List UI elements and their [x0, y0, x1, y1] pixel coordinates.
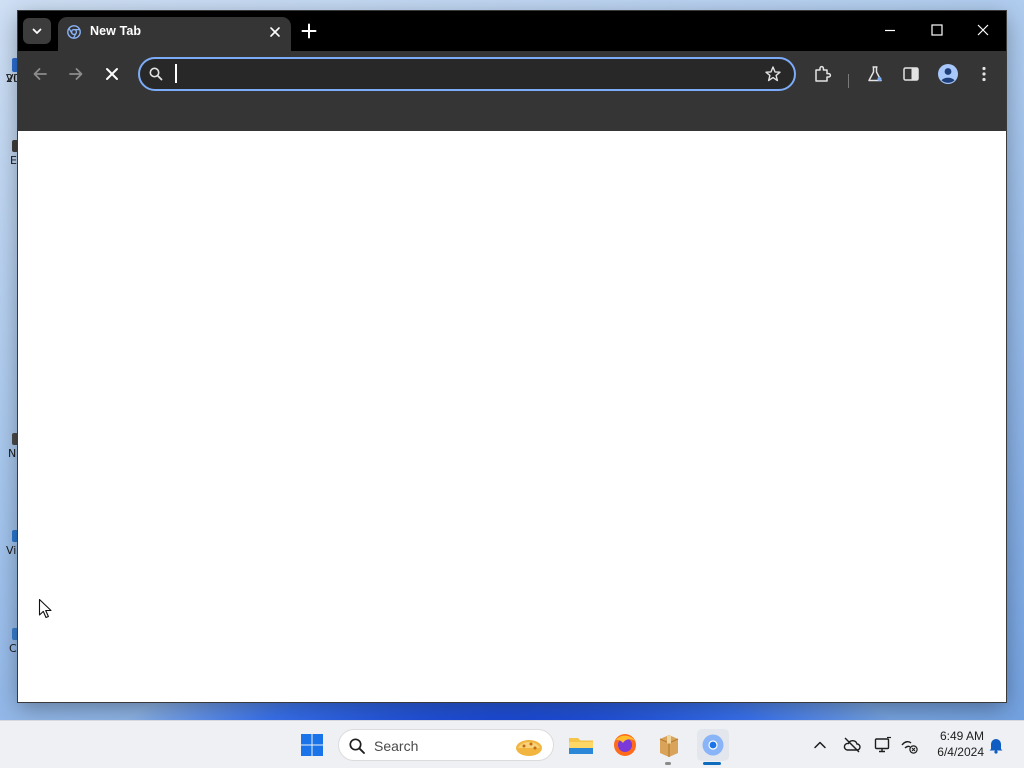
clock-time: 6:49 AM: [939, 729, 984, 743]
onedrive-offline-icon[interactable]: [842, 735, 862, 755]
forward-arrow-icon[interactable]: [66, 64, 86, 84]
desktop-icon-stub[interactable]: C: [0, 628, 18, 655]
chrome-favicon-icon: [67, 25, 81, 39]
desktop-icon-stub[interactable]: N: [0, 433, 18, 460]
network-status-icon[interactable]: [899, 735, 919, 755]
chrome-taskbar-button[interactable]: [697, 729, 729, 761]
close-window-icon[interactable]: [975, 22, 991, 38]
more-vertical-icon[interactable]: [974, 64, 994, 84]
mouse-cursor-icon: [38, 598, 52, 619]
desktop-icon-label: C: [9, 642, 17, 655]
file-explorer-icon[interactable]: [567, 731, 595, 759]
minimize-icon[interactable]: [882, 22, 898, 38]
notification-bell-icon[interactable]: [987, 736, 1005, 754]
desktop-icon-stub[interactable]: 20: [0, 70, 20, 96]
windows-start-icon[interactable]: [300, 733, 324, 757]
taskbar-search-label: Search: [374, 738, 419, 754]
toolbar-divider: [848, 74, 849, 88]
star-icon[interactable]: [764, 65, 782, 83]
search-icon: [349, 738, 365, 754]
desktop-icon-label: Vi: [6, 544, 17, 557]
tab-search-icon: [32, 28, 42, 34]
stop-loading-icon[interactable]: [102, 64, 122, 84]
close-icon[interactable]: [267, 24, 283, 40]
clock-date: 6/4/2024: [937, 745, 984, 759]
app-running-indicator: [665, 762, 671, 765]
firefox-icon[interactable]: [611, 731, 639, 759]
desktop-icon-label: E: [10, 154, 17, 167]
desktop-icon-stub[interactable]: E: [0, 140, 18, 167]
tab-new-tab[interactable]: New Tab: [58, 17, 291, 53]
labs-flask-icon[interactable]: [865, 64, 885, 84]
back-arrow-icon[interactable]: [30, 64, 50, 84]
app-active-indicator: [703, 762, 721, 765]
system-clock[interactable]: 6:49 AM 6/4/2024: [928, 728, 984, 760]
browser-toolbar: [18, 51, 1006, 131]
display-icon[interactable]: [873, 735, 893, 755]
address-input[interactable]: [172, 63, 732, 85]
side-panel-icon[interactable]: [901, 64, 921, 84]
tab-strip: New Tab: [18, 11, 1006, 53]
browser-window: New Tab: [18, 11, 1006, 702]
desktop-icon-stub[interactable]: Vi: [0, 530, 18, 557]
taskbar-search-box[interactable]: Search: [338, 729, 554, 761]
extensions-icon[interactable]: [813, 64, 833, 84]
chevron-up-icon[interactable]: [810, 735, 830, 755]
maximize-icon[interactable]: [929, 22, 945, 38]
desktop-icon-label: N: [8, 447, 17, 460]
page-content[interactable]: [18, 131, 1006, 702]
tab-search-button[interactable]: [23, 18, 51, 44]
tab-title: New Tab: [90, 24, 142, 38]
plus-icon[interactable]: [300, 22, 318, 40]
text-caret: [175, 64, 177, 83]
taskbar: Search 6:49 AM 6/4/2024: [0, 720, 1024, 768]
package-icon[interactable]: [655, 731, 683, 759]
chrome-icon: [702, 734, 724, 756]
search-highlight-icon: [516, 740, 542, 756]
search-icon: [149, 67, 163, 81]
address-bar[interactable]: [138, 57, 796, 91]
profile-avatar-icon[interactable]: [937, 63, 959, 85]
